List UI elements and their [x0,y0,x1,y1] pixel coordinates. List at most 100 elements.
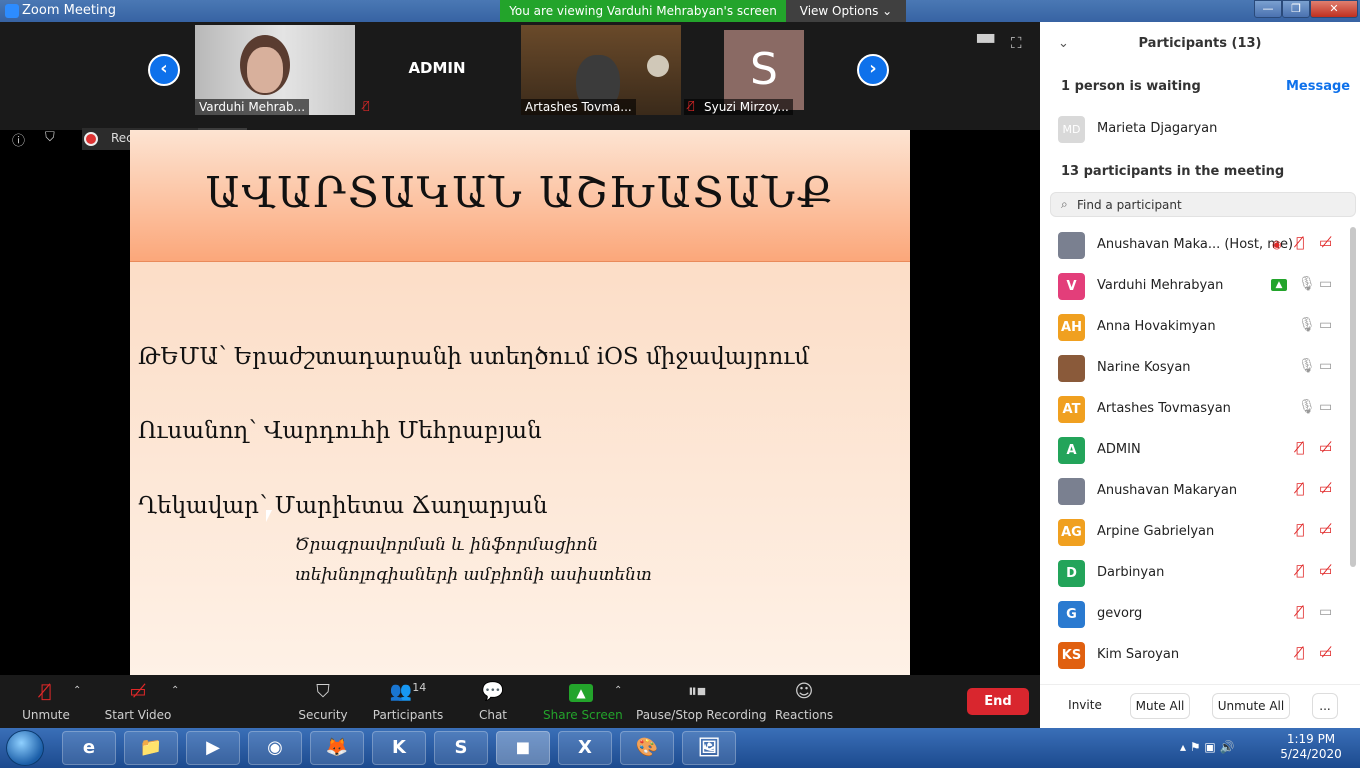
camera-icon[interactable]: ▭ [1319,358,1332,374]
reactions-button[interactable]: ☺ Reactions [774,675,834,728]
participant-name: Kim Saroyan [1097,647,1180,662]
camera-icon[interactable]: ▭ [1319,604,1332,620]
paint-icon[interactable]: 🎨 [620,731,674,765]
zoom-icon[interactable]: ◼ [496,731,550,765]
more-options-button[interactable]: ... [1312,693,1338,719]
camera-off-icon[interactable]: ▭̸ [1319,522,1332,538]
reactions-icon: ☺ [794,681,814,702]
firefox-icon[interactable]: 🦊 [310,731,364,765]
muted-mic-icon[interactable]: 🎙̸ [1296,522,1304,538]
system-tray[interactable]: ▴ ⚑ ▣ 🔊 [1180,740,1235,754]
invite-button[interactable]: Invite [1062,693,1108,719]
audio-options-chevron-icon[interactable]: ⌃ [73,685,81,696]
restore-button[interactable]: ❐ [1282,0,1310,18]
unmute-button[interactable]: 🎙̸ Unmute [16,675,76,728]
participant-row[interactable]: V Varduhi Mehrabyan ▲ 🎙 ▭ [1040,266,1360,307]
shield-icon: ⛉ [316,681,330,702]
participants-scrollbar[interactable] [1350,227,1356,567]
participant-row[interactable]: Anushavan Maka... (Host, me) ◉ 🎙̸ ▭̸ [1040,225,1360,266]
start-video-label: Start Video [104,708,172,722]
participants-button[interactable]: 👥14 Participants [372,675,444,728]
participant-row[interactable]: G gevorg 🎙̸ ▭ [1040,594,1360,635]
video-tile[interactable]: Varduhi Mehrab... [195,25,355,115]
muted-mic-icon[interactable]: 🎙̸ [1296,481,1304,497]
participants-icon: 👥14 [389,681,427,702]
taskbar-clock[interactable]: 1:19 PM 5/24/2020 [1276,732,1346,762]
k-app-icon[interactable]: K [372,731,426,765]
muted-mic-icon[interactable]: 🎙̸ [1296,235,1304,251]
avatar: S [724,30,804,110]
layout-icon[interactable]: ▀▘ [977,34,1000,52]
avatar: D [1058,560,1085,587]
camera-off-icon[interactable]: ▭̸ [1319,481,1332,497]
security-button[interactable]: ⛉ Security [297,675,349,728]
shared-screen-slide: ԱՎԱՐՏԱԿԱՆ ԱՇԽԱՏԱՆՔ ԹԵՄԱ՝ Երաժշտադարանի ս… [130,130,910,675]
chat-button[interactable]: 💬 Chat [473,675,513,728]
share-screen-icon: ▲ [543,681,619,702]
muted-mic-icon[interactable]: 🎙̸ [1296,440,1304,456]
excel-icon[interactable]: X [558,731,612,765]
tile-display-name: ADMIN [408,59,466,77]
avatar: AG [1058,519,1085,546]
avatar: AH [1058,314,1085,341]
search-input[interactable]: Find a participant [1077,198,1182,212]
participant-row[interactable]: Anushavan Makaryan 🎙̸ ▭̸ [1040,471,1360,512]
camera-off-icon[interactable]: ▭̸ [1319,563,1332,579]
chrome-icon[interactable]: ◉ [248,731,302,765]
participant-search[interactable]: ⌕ Find a participant [1050,192,1356,217]
ie-icon[interactable]: e [62,731,116,765]
pause-stop-icon: ⏸⏹ [688,681,706,702]
mute-all-button[interactable]: Mute All [1130,693,1190,719]
participant-row[interactable]: Narine Kosyan 🎙 ▭ [1040,348,1360,389]
info-icon[interactable]: ⓘ [12,130,25,149]
photo-viewer-icon[interactable]: 🖼 [682,731,736,765]
participant-name: Narine Kosyan [1097,360,1191,375]
gallery-next-button[interactable]: › [857,54,889,86]
waiting-participant-row[interactable]: MD Marieta Djagaryan [1040,109,1360,150]
participant-row[interactable]: KS Kim Saroyan 🎙̸ ▭̸ [1040,635,1360,676]
minimize-button[interactable]: — [1254,0,1282,18]
media-player-icon[interactable]: ▶ [186,731,240,765]
message-waiting-link[interactable]: Message [1286,79,1350,94]
mic-icon[interactable]: 🎙 [1298,276,1316,292]
participants-label: Participants [372,708,444,722]
muted-mic-icon[interactable]: 🎙̸ [1296,645,1304,661]
start-video-button[interactable]: ▭̸ Start Video [104,675,172,728]
clock-date: 5/24/2020 [1280,747,1342,761]
explorer-icon[interactable]: 📁 [124,731,178,765]
camera-off-icon[interactable]: ▭̸ [1319,235,1332,251]
end-meeting-button[interactable]: End [967,688,1029,715]
close-window-button[interactable]: ✕ [1310,0,1358,18]
pause-stop-recording-button[interactable]: ⏸⏹ Pause/Stop Recording [636,675,766,728]
fullscreen-icon[interactable]: ⛶ [1011,34,1022,52]
camera-icon[interactable]: ▭ [1319,276,1332,292]
participant-row[interactable]: AG Arpine Gabrielyan 🎙̸ ▭̸ [1040,512,1360,553]
camera-off-icon[interactable]: ▭̸ [1319,645,1332,661]
muted-mic-icon[interactable]: 🎙̸ [1296,604,1304,620]
share-options-chevron-icon[interactable]: ⌃ [614,685,622,696]
share-screen-button[interactable]: ▲ Share Screen [543,675,623,728]
camera-icon[interactable]: ▭ [1319,399,1332,415]
camera-off-icon[interactable]: ▭̸ [1319,440,1332,456]
camera-icon[interactable]: ▭ [1319,317,1332,333]
skype-icon[interactable]: S [434,731,488,765]
video-tile[interactable]: Artashes Tovma... [521,25,681,115]
shield-icon[interactable]: ⛉ [45,130,55,145]
video-tile[interactable]: ADMIN 🎙̸ [357,25,517,115]
muted-mic-icon[interactable]: 🎙̸ [1296,563,1304,579]
mic-icon[interactable]: 🎙 [1298,399,1316,415]
video-options-chevron-icon[interactable]: ⌃ [171,685,179,696]
mic-icon[interactable]: 🎙 [1298,317,1316,333]
participant-row[interactable]: D Darbinyan 🎙̸ ▭̸ [1040,553,1360,594]
mic-icon[interactable]: 🎙 [1298,358,1316,374]
slide-header: ԱՎԱՐՏԱԿԱՆ ԱՇԽԱՏԱՆՔ [130,130,910,262]
participant-row[interactable]: AT Artashes Tovmasyan 🎙 ▭ [1040,389,1360,430]
unmute-all-button[interactable]: Unmute All [1212,693,1290,719]
view-options-button[interactable]: View Options ⌄ [786,0,906,22]
start-button[interactable] [6,730,44,766]
video-tile[interactable]: S Syuzi Mirzoy... 🎙̸ [684,25,844,115]
slide-supervisor: Ղեկավար՝ Մարիետա Ճաղարյան [138,493,548,519]
gallery-prev-button[interactable]: ‹ [148,54,180,86]
participant-row[interactable]: A ADMIN 🎙̸ ▭̸ [1040,430,1360,471]
participant-row[interactable]: AH Anna Hovakimyan 🎙 ▭ [1040,307,1360,348]
